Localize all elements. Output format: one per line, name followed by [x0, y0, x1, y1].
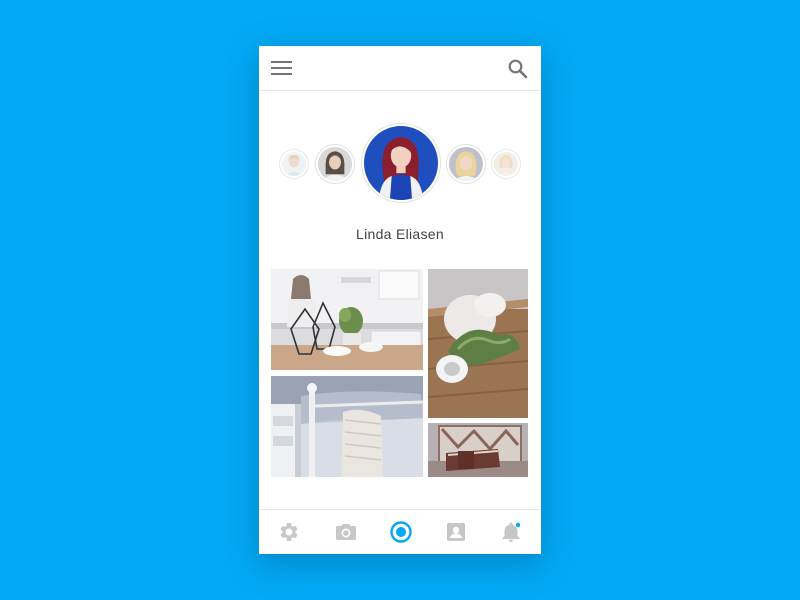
avatar-carousel — [259, 124, 541, 204]
avatar-far-right[interactable] — [492, 150, 520, 178]
menu-icon[interactable] — [271, 61, 292, 76]
phone-screen: Linda Eliasen — [259, 46, 541, 554]
app-bar — [259, 46, 541, 91]
contacts-icon[interactable] — [444, 520, 468, 544]
kitchen-terrarium-photo[interactable] — [271, 269, 423, 370]
avatar-selected[interactable] — [362, 124, 440, 202]
profile-name: Linda Eliasen — [356, 226, 444, 242]
avatar-left[interactable] — [316, 145, 354, 183]
record-icon[interactable] — [389, 520, 413, 544]
notifications-icon[interactable] — [499, 520, 523, 544]
table-plant-photo[interactable] — [428, 269, 528, 418]
notification-badge — [515, 522, 521, 528]
settings-icon[interactable] — [277, 520, 301, 544]
avatar-right[interactable] — [447, 145, 485, 183]
bottom-navigation — [259, 509, 541, 554]
search-icon[interactable] — [507, 58, 529, 80]
avatar-far-left[interactable] — [280, 150, 308, 178]
book-shelf-photo[interactable] — [428, 423, 528, 477]
camera-icon[interactable] — [334, 520, 358, 544]
bedroom-blanket-photo[interactable] — [271, 376, 423, 477]
